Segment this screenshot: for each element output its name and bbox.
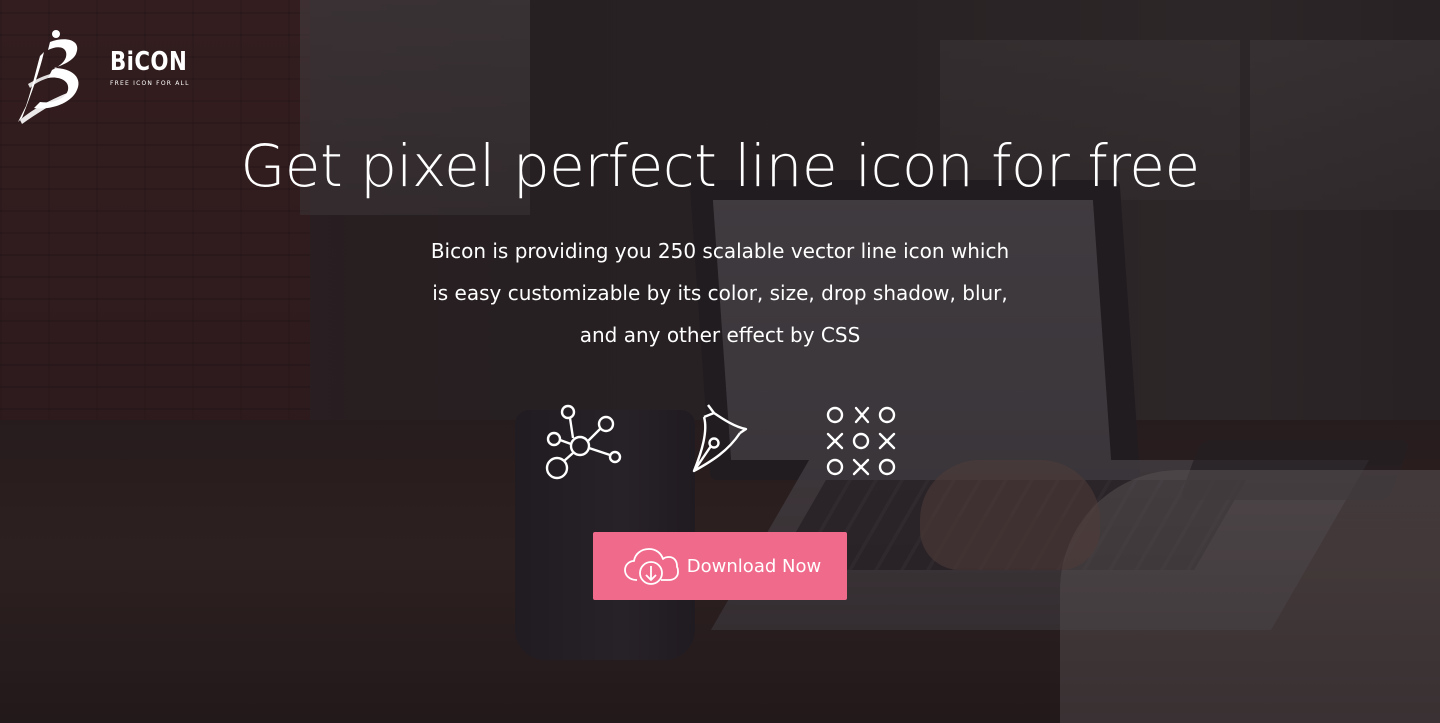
hero-description: Bicon is providing you 250 scalable vect… bbox=[430, 239, 1010, 347]
brand-tagline: FREE ICON FOR ALL bbox=[110, 80, 190, 87]
cloud-download-icon bbox=[623, 548, 679, 585]
brand-logo-link[interactable]: BiCON FREE ICON FOR ALL bbox=[14, 22, 188, 126]
brush-b-logo-icon bbox=[18, 30, 79, 124]
brand-text: BiCON FREE ICON FOR ALL bbox=[110, 48, 204, 87]
dark-overlay bbox=[0, 0, 1440, 723]
download-now-label: Download Now bbox=[686, 555, 822, 577]
tic-tac-toe-icon bbox=[824, 404, 898, 478]
pen-nib-icon bbox=[690, 403, 752, 477]
hero-title: Get pixel perfect line icon for free bbox=[240, 132, 1200, 200]
download-now-button[interactable]: Download Now bbox=[593, 532, 847, 600]
molecule-network-icon bbox=[540, 402, 626, 484]
brand-name: BiCON bbox=[110, 47, 188, 77]
hero-background-image bbox=[0, 0, 1440, 723]
